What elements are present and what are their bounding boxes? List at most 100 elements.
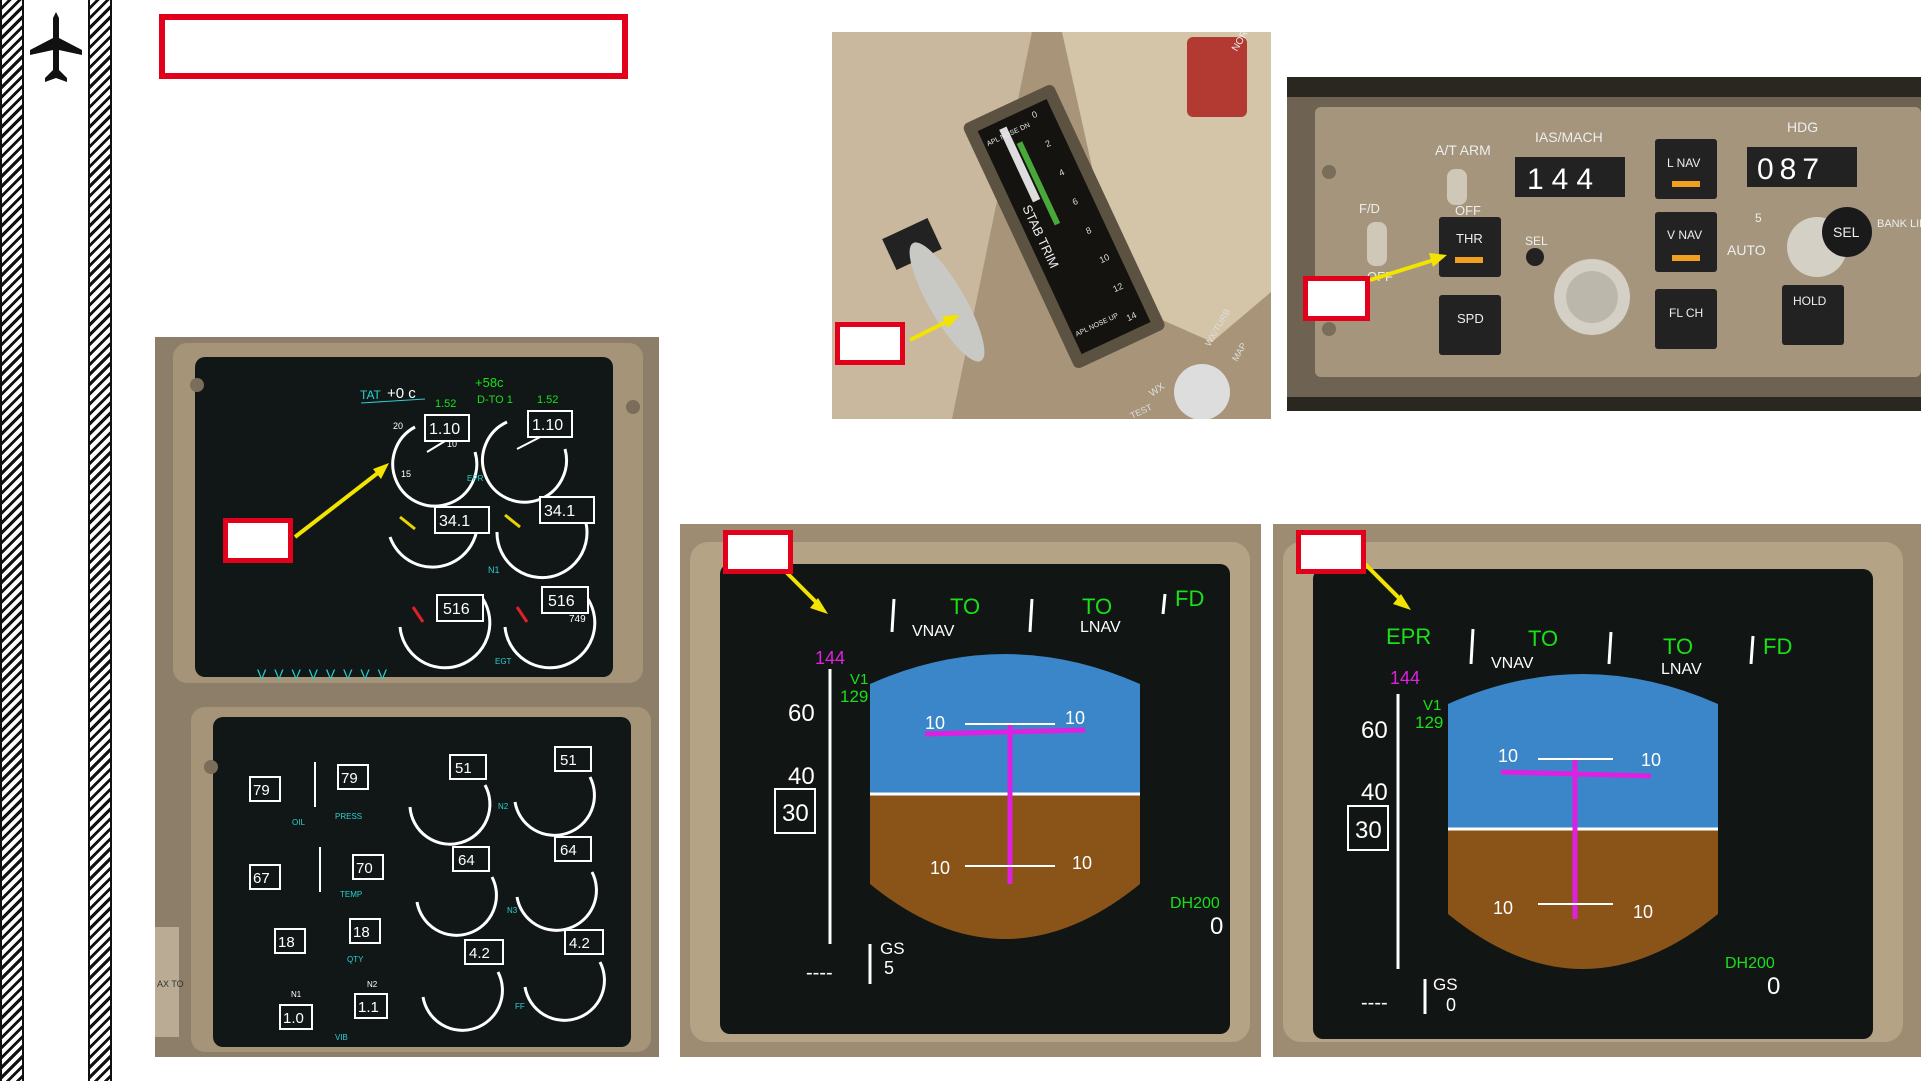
sel-button[interactable] bbox=[1526, 248, 1544, 266]
gs-label: GS bbox=[880, 939, 905, 958]
svg-text:10: 10 bbox=[1493, 898, 1513, 918]
pfd-right-panel: 10 10 10 10 EPR TO VNAV TO LNAV FD 144 V… bbox=[1273, 524, 1921, 1057]
svg-text:THR: THR bbox=[1456, 231, 1483, 246]
svg-text:FL CH: FL CH bbox=[1669, 306, 1703, 320]
radio-alt: 0 bbox=[1210, 913, 1223, 940]
eicas-panel: TAT +0 c +58c D-TO 1 1.10 1.52 20 15 10 … bbox=[155, 337, 659, 1057]
n3-label: N3 bbox=[507, 906, 518, 915]
bank-5-label: 5 bbox=[1755, 211, 1762, 225]
speed-60: 60 bbox=[788, 700, 815, 727]
svg-text:4.2: 4.2 bbox=[569, 935, 590, 952]
dh-minimums: DH200 bbox=[1725, 955, 1775, 972]
page-title bbox=[159, 14, 628, 79]
selected-speed: 144 bbox=[815, 648, 845, 668]
svg-text:HOLD: HOLD bbox=[1793, 294, 1827, 308]
selected-speed: 144 bbox=[1390, 668, 1420, 688]
slide: TAT +0 c +58c D-TO 1 1.10 1.52 20 15 10 … bbox=[0, 0, 1921, 1081]
fd-switch[interactable] bbox=[1367, 222, 1387, 266]
svg-text:10: 10 bbox=[930, 858, 950, 878]
svg-text:51: 51 bbox=[560, 752, 577, 769]
svg-text:10: 10 bbox=[1072, 853, 1092, 873]
fma-mid: TO bbox=[1528, 626, 1558, 651]
vnav-button[interactable] bbox=[1655, 212, 1717, 272]
svg-text:64: 64 bbox=[560, 842, 577, 859]
epr-tick-15: 15 bbox=[401, 469, 411, 479]
svg-text:10: 10 bbox=[1633, 902, 1653, 922]
svg-text:18: 18 bbox=[353, 924, 370, 941]
press-label: PRESS bbox=[335, 812, 362, 821]
speed-60: 60 bbox=[1361, 717, 1388, 744]
epr-left-ref: 1.52 bbox=[435, 398, 456, 410]
qty-label: QTY bbox=[347, 955, 364, 964]
thrust-mode: D-TO 1 bbox=[477, 394, 513, 406]
thr-button[interactable] bbox=[1439, 217, 1501, 277]
callout-box-mcp bbox=[1303, 276, 1370, 321]
speed-current: 30 bbox=[1355, 817, 1382, 844]
fma-vnav: VNAV bbox=[912, 623, 955, 640]
svg-text:SPD: SPD bbox=[1457, 311, 1484, 326]
callout-box-pfd-right bbox=[1296, 530, 1366, 574]
hdg-value: 087 bbox=[1757, 153, 1825, 186]
n2-label: N2 bbox=[498, 802, 509, 811]
svg-text:70: 70 bbox=[356, 860, 373, 877]
n1-left-value: 34.1 bbox=[439, 513, 470, 530]
pfd-left-panel: 10 10 10 10 TO VNAV TO LNAV FD 144 V1 12… bbox=[680, 524, 1261, 1057]
speed-40: 40 bbox=[1361, 779, 1388, 806]
caution-chevrons: V V V V V V V V bbox=[257, 666, 389, 682]
fma-left: EPR bbox=[1386, 624, 1431, 649]
bank-limit-label: BANK LIMIT bbox=[1877, 218, 1921, 230]
svg-text:N2: N2 bbox=[367, 980, 378, 989]
airplane-icon bbox=[30, 12, 82, 82]
v1-label: V1 bbox=[850, 671, 868, 688]
svg-text:1.1: 1.1 bbox=[358, 999, 379, 1016]
gs-label: GS bbox=[1433, 975, 1458, 994]
fd-annunciation: FD bbox=[1763, 634, 1792, 659]
callout-box-trim bbox=[835, 322, 905, 365]
epr-tick-20: 20 bbox=[393, 421, 403, 431]
svg-text:10: 10 bbox=[1641, 750, 1661, 770]
svg-text:10: 10 bbox=[1498, 746, 1518, 766]
svg-text:4.2: 4.2 bbox=[469, 945, 490, 962]
gs-value: 0 bbox=[1446, 995, 1456, 1015]
svg-text:64: 64 bbox=[458, 852, 475, 869]
side-text: AX TO bbox=[157, 979, 184, 989]
egt-peak: 749 bbox=[569, 614, 586, 625]
epr-tick-10: 10 bbox=[447, 439, 457, 449]
temp-label: TEMP bbox=[340, 890, 362, 899]
svg-text:SEL: SEL bbox=[1833, 224, 1860, 240]
egt-right-value: 516 bbox=[548, 593, 575, 610]
hdg-label: HDG bbox=[1787, 119, 1818, 135]
epr-label: EPR bbox=[467, 474, 484, 483]
stab-trim-panel: NORM STAB TRIM APL NOSE DN APL NOSE UP 0… bbox=[832, 32, 1271, 419]
fma-vnav: VNAV bbox=[1491, 655, 1534, 672]
egt-left-value: 516 bbox=[443, 601, 470, 618]
fma-mid: TO bbox=[950, 594, 980, 619]
at-off-label: OFF bbox=[1455, 203, 1481, 218]
svg-text:51: 51 bbox=[455, 760, 472, 777]
ff-label: FF bbox=[515, 1002, 525, 1011]
svg-text:N1: N1 bbox=[291, 990, 302, 999]
callout-box-pfd-left bbox=[723, 530, 793, 574]
dh-minimums: DH200 bbox=[1170, 895, 1220, 912]
speed-current: 30 bbox=[782, 800, 809, 827]
v1-label: V1 bbox=[1423, 697, 1441, 714]
epr-left-value: 1.10 bbox=[429, 421, 460, 438]
gs-dashes: ---- bbox=[1361, 992, 1388, 1014]
oil-label: OIL bbox=[292, 818, 305, 827]
vib-label: VIB bbox=[335, 1033, 348, 1042]
radio-alt: 0 bbox=[1767, 973, 1780, 1000]
auto-label: AUTO bbox=[1727, 242, 1766, 258]
svg-text:79: 79 bbox=[341, 770, 358, 787]
fd-annunciation: FD bbox=[1175, 586, 1204, 611]
svg-text:10: 10 bbox=[1065, 708, 1085, 728]
mcp-panel: A/T ARM OFF F/D OFF IAS/MACH 144 SEL THR… bbox=[1287, 77, 1921, 411]
speed-40: 40 bbox=[788, 763, 815, 790]
svg-text:L NAV: L NAV bbox=[1667, 156, 1700, 170]
gs-dashes: ---- bbox=[806, 962, 833, 984]
at-arm-switch[interactable] bbox=[1447, 169, 1467, 205]
n1-right-value: 34.1 bbox=[544, 503, 575, 520]
ias-mach-label: IAS/MACH bbox=[1535, 129, 1603, 145]
ias-value: 144 bbox=[1527, 163, 1601, 196]
fd-label: F/D bbox=[1359, 201, 1380, 216]
svg-text:10: 10 bbox=[925, 713, 945, 733]
